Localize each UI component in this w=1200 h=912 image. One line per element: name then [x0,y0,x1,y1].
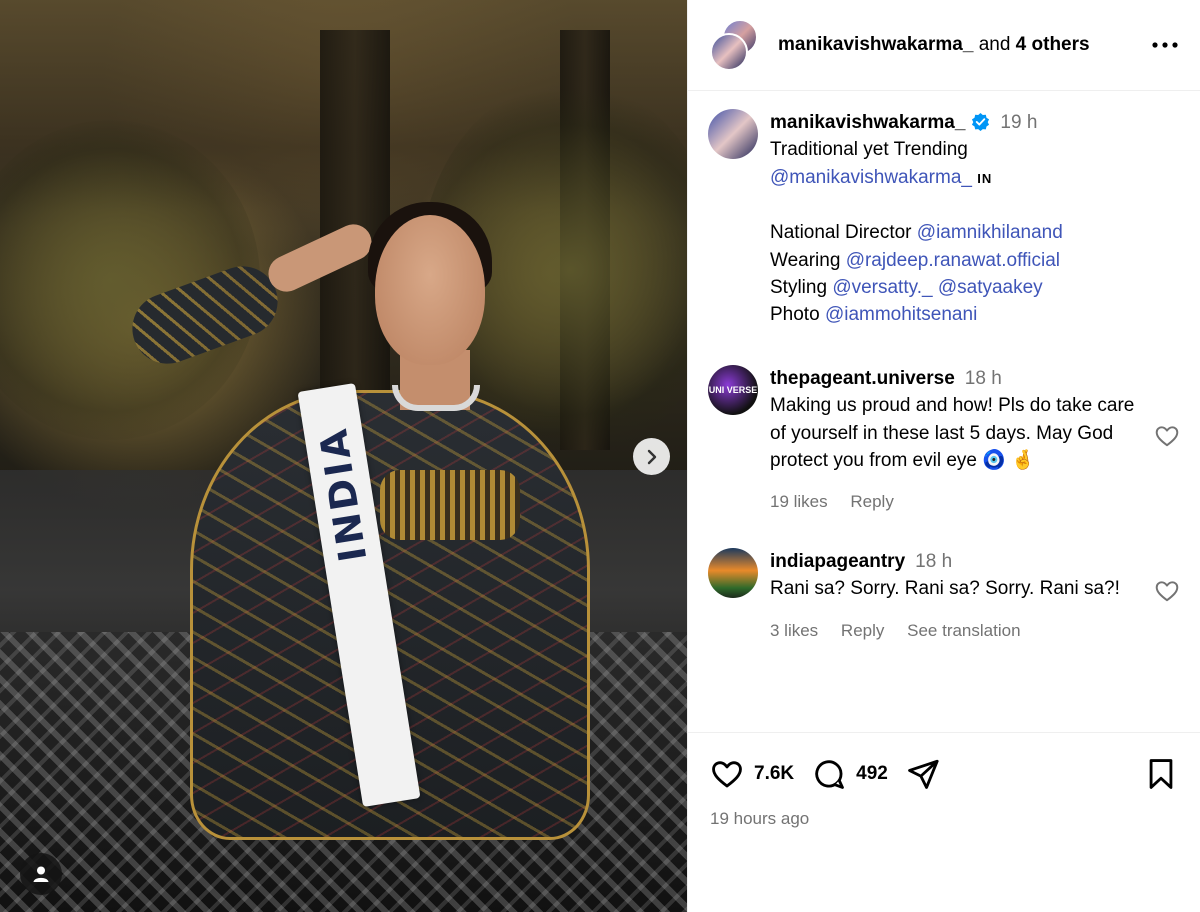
header-others[interactable]: 4 others [1016,34,1090,55]
comment-likes[interactable]: 19 likes [770,492,828,511]
verified-badge-icon [972,112,990,131]
reply-button[interactable]: Reply [850,492,893,511]
user-icon [33,866,49,882]
post-header: manikavishwakarma_ and 4 others [688,0,1200,91]
caption-line: Traditional yet Trending [770,139,968,161]
header-and-text: and [978,34,1011,55]
see-translation-button[interactable]: See translation [907,621,1020,640]
photo-necklace [392,385,480,411]
comment-username[interactable]: thepageant.universe [770,368,955,389]
comments-list[interactable]: manikavishwakarma_ 19 h Traditional yet T… [688,91,1200,732]
caption-username[interactable]: manikavishwakarma_ [770,112,965,133]
mention-link[interactable]: @manikavishwakarma_ [770,167,972,188]
post-timestamp[interactable]: 19 hours ago [710,809,1178,829]
more-options-button[interactable] [1150,30,1180,60]
like-comment-heart-icon[interactable] [1154,578,1180,604]
more-icon [1152,42,1178,48]
post-sidebar: manikavishwakarma_ and 4 others manikavi… [687,0,1200,912]
instagram-post: INDIA manikavishwakarma_ and 4 others ma… [0,0,1200,912]
post-photo[interactable]: INDIA [0,0,687,912]
next-photo-button[interactable] [633,438,670,475]
photo-sleeve [122,256,288,374]
likes-count[interactable]: 7.6K [754,763,794,785]
styling-label: Styling [770,277,828,299]
avatar[interactable] [708,547,758,598]
avatar[interactable] [708,109,758,159]
mention-link[interactable]: @iammohitsenani [825,304,977,325]
mention-link[interactable]: @rajdeep.ranawat.official [846,250,1060,271]
photo-label: Photo [770,304,820,326]
comment-text: Rani sa? Sorry. Rani sa? Sorry. Rani sa?… [770,578,1120,600]
like-heart-icon[interactable] [710,757,744,791]
avatar-text: UNI VERSE [708,384,758,395]
comment: indiapageantry 18 h Rani sa? Sorry. Rani … [708,547,1180,644]
share-icon[interactable] [906,757,940,791]
director-label: National Director [770,222,912,244]
comment-time[interactable]: 18 h [965,368,1002,389]
mention-link[interactable]: @iamnikhilanand [917,222,1063,243]
comment-bubble-icon[interactable] [812,757,846,791]
photo-arm [262,218,378,298]
caption-time[interactable]: 19 h [1000,112,1037,133]
wearing-label: Wearing [770,249,841,271]
photo-face [375,215,485,365]
caption-body: manikavishwakarma_ 19 h Traditional yet T… [770,109,1180,329]
post-author-line: manikavishwakarma_ and 4 others [778,34,1150,56]
photo-blouse [380,470,520,540]
like-comment-heart-icon[interactable] [1154,423,1180,449]
photo-person: INDIA [122,200,610,840]
comment-time[interactable]: 18 h [915,551,952,572]
tagged-users-button[interactable] [20,853,62,895]
reply-button[interactable]: Reply [841,621,884,640]
comment-body: indiapageantry 18 h Rani sa? Sorry. Rani … [770,548,1146,644]
comment: UNI VERSE thepageant.universe 18 h Making… [708,364,1180,516]
comment-username[interactable]: indiapageantry [770,551,905,572]
mention-link[interactable]: @versatty._ [832,277,932,298]
avatar [710,33,748,71]
country-code: IN [977,170,993,186]
comment-body: thepageant.universe 18 h Making us proud … [770,365,1146,516]
comment-text: Making us proud and how! Pls do take car… [770,395,1135,472]
comments-count[interactable]: 492 [856,763,888,785]
header-username[interactable]: manikavishwakarma_ [778,34,973,55]
avatar[interactable]: UNI VERSE [708,364,758,415]
comment-likes[interactable]: 3 likes [770,621,818,640]
collaborator-avatars[interactable] [710,19,762,71]
mention-link[interactable]: @satyaakey [938,277,1043,298]
save-bookmark-icon[interactable] [1144,757,1178,791]
caption: manikavishwakarma_ 19 h Traditional yet T… [708,109,1180,329]
post-actions: 7.6K 492 19 hours ago [688,732,1200,912]
chevron-right-icon [647,449,656,464]
